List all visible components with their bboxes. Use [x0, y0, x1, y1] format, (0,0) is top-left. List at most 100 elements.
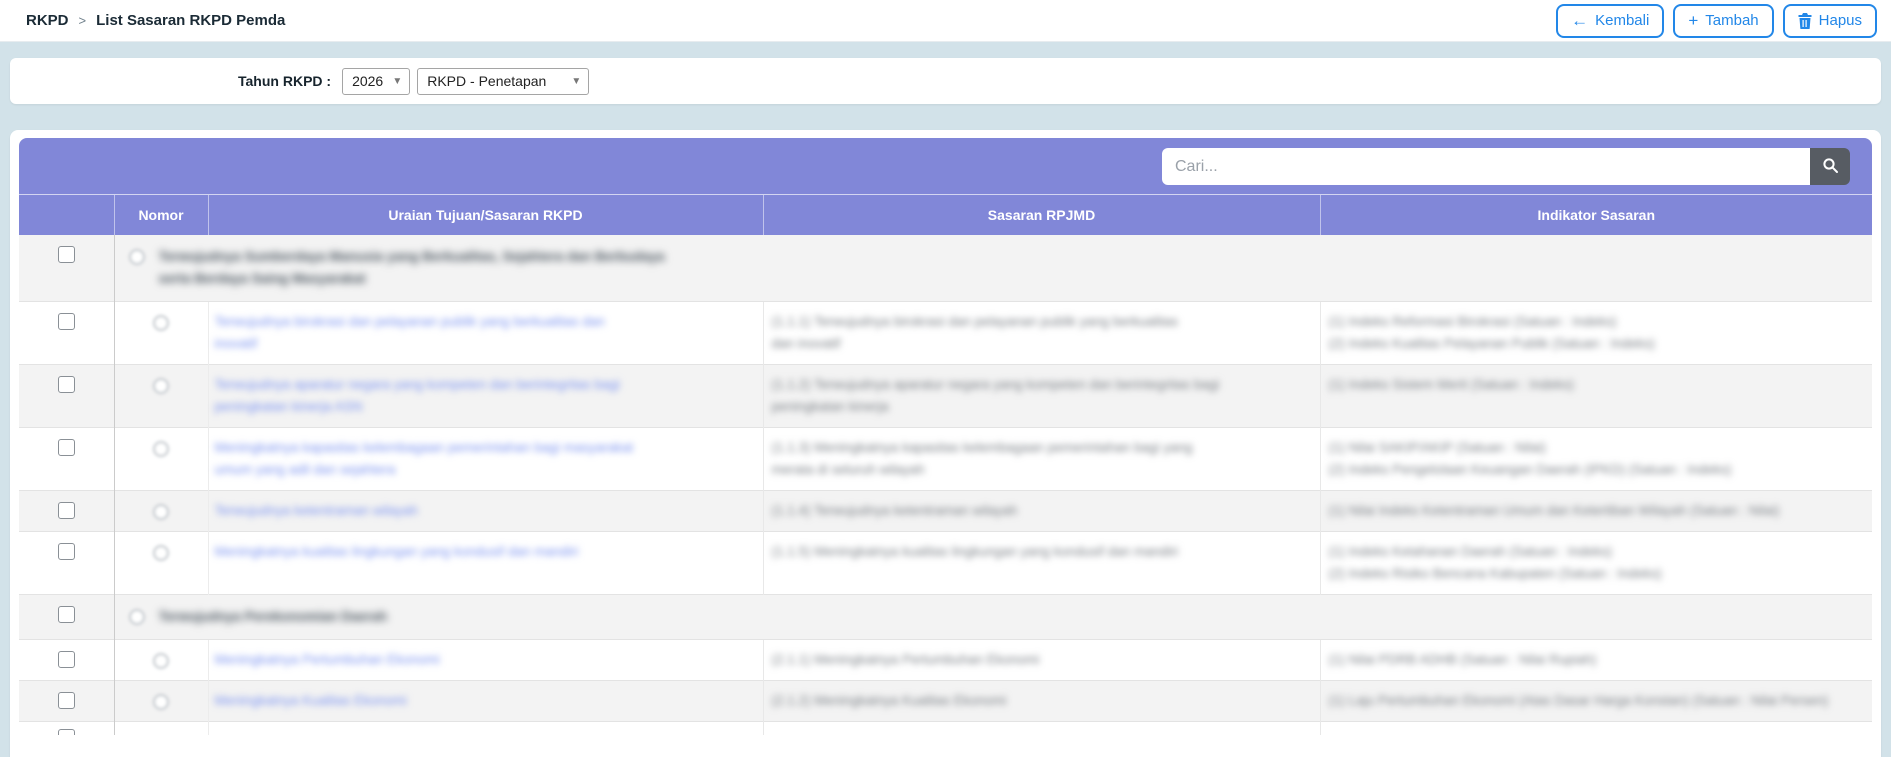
search-input[interactable] [1162, 148, 1810, 185]
indikator-cell: (1) Nilai SAKIP/AKIP (Satuan : Nilai) (2)… [1319, 427, 1872, 491]
uraian-cell: Meningkatnya kualitas lingkungan yang ko… [207, 531, 763, 595]
table-body: Terwujudnya Sumberdaya Manusia yang Berk… [19, 235, 1872, 735]
row-radio[interactable] [152, 545, 169, 561]
indikator-text: (1) Indeks Ketahanan Daerah (Satuan : In… [1328, 544, 1662, 581]
row-checkbox-cell [19, 490, 115, 532]
sasaran-rpjmd-cell [762, 721, 1320, 735]
group-title-text: Terwujudnya Perekonomian Daerah [158, 609, 388, 624]
row-checkbox[interactable] [57, 729, 75, 735]
stage-select-value: RKPD - Penetapan [427, 73, 547, 89]
tambah-button-label: Tambah [1705, 12, 1759, 29]
table-row: Terwujudnya aparatur negara yang kompete… [19, 364, 1872, 428]
sasaran-text: (2.1.1) Meningkatnya Pertumbuhan Ekonomi [771, 652, 1040, 667]
uraian-cell: Terwujudnya aparatur negara yang kompete… [207, 364, 763, 428]
action-buttons: ← Kembali + Tambah Hapus [1556, 3, 1877, 38]
row-checkbox[interactable] [57, 439, 75, 456]
search-icon [1822, 157, 1839, 177]
row-radio[interactable] [152, 653, 169, 669]
table-row: Meningkatnya Pertumbuhan Ekonomi (2.1.1) … [19, 639, 1872, 681]
tambah-button[interactable]: + Tambah [1673, 3, 1774, 38]
row-checkbox[interactable] [57, 651, 75, 668]
sasaran-rpjmd-cell: (1.1.5) Meningkatnya kualitas lingkungan… [762, 531, 1320, 595]
trash-icon [1798, 12, 1812, 29]
sasaran-table: Nomor Uraian Tujuan/Sasaran RKPD Sasaran… [19, 195, 1872, 735]
uraian-cell: Terwujudnya birokrasi dan pelayanan publ… [207, 301, 763, 365]
row-radio[interactable] [152, 315, 169, 331]
indikator-text: (1) Indeks Sistem Merit (Satuan : Indeks… [1328, 377, 1574, 392]
row-checkbox[interactable] [57, 692, 75, 709]
indikator-cell: (1) Indeks Reformasi Birokrasi (Satuan :… [1319, 301, 1872, 365]
row-radio[interactable] [152, 504, 169, 520]
uraian-cell: Meningkatnya Pertumbuhan Ekonomi [207, 639, 763, 681]
table-toolbar [19, 138, 1872, 195]
uraian-link[interactable]: Meningkatnya kapasitas kelembagaan pemer… [215, 437, 753, 481]
filter-card: Tahun RKPD : 2026 ▼ RKPD - Penetapan ▼ [10, 58, 1881, 104]
search-button[interactable] [1810, 148, 1850, 185]
uraian-cell: Terwujudnya ketentraman wilayah [207, 490, 763, 532]
row-checkbox[interactable] [57, 376, 75, 393]
breadcrumb-separator: > [78, 13, 87, 28]
breadcrumb-item-current: List Sasaran RKPD Pemda [96, 12, 286, 29]
row-checkbox-cell [19, 531, 115, 595]
sasaran-text: (2.1.2) Meningkatnya Kualitas Ekonomi [771, 693, 1007, 708]
row-radio[interactable] [128, 249, 145, 265]
uraian-link[interactable]: Terwujudnya birokrasi dan pelayanan publ… [215, 311, 753, 355]
sasaran-rpjmd-cell: (1.1.1) Terwujudnya birokrasi dan pelaya… [762, 301, 1320, 365]
row-radio[interactable] [152, 441, 169, 457]
indikator-text: (1) Indeks Reformasi Birokrasi (Satuan :… [1328, 314, 1655, 351]
indikator-text: (1) Nilai PDRB ADHB (Satuan : Nilai Rupi… [1328, 652, 1597, 667]
sasaran-text: (1.1.5) Meningkatnya kualitas lingkungan… [771, 544, 1179, 559]
uraian-link[interactable]: Meningkatnya Pertumbuhan Ekonomi [215, 649, 753, 671]
indikator-cell: (1) Nilai Indeks Ketentraman Umum dan Ke… [1319, 490, 1872, 532]
table-row [19, 721, 1872, 735]
chevron-down-icon: ▼ [392, 75, 403, 87]
year-select[interactable]: 2026 ▼ [342, 67, 411, 95]
row-checkbox[interactable] [57, 543, 75, 560]
row-checkbox-cell [19, 301, 115, 365]
uraian-link[interactable]: Terwujudnya ketentraman wilayah [215, 500, 753, 522]
table-row: Meningkatnya kapasitas kelembagaan pemer… [19, 427, 1872, 491]
group-row: Terwujudnya Perekonomian Daerah [19, 594, 1872, 640]
kembali-button[interactable]: ← Kembali [1556, 3, 1665, 38]
uraian-link[interactable]: Meningkatnya kualitas lingkungan yang ko… [215, 541, 753, 563]
uraian-link[interactable]: Terwujudnya aparatur negara yang kompete… [215, 374, 753, 418]
group-title-text: Terwujudnya Sumberdaya Manusia yang Berk… [158, 249, 665, 286]
indikator-cell: (1) Indeks Ketahanan Daerah (Satuan : In… [1319, 531, 1872, 595]
row-radio[interactable] [152, 378, 169, 394]
column-header-sasaran-rpjmd: Sasaran RPJMD [762, 195, 1320, 235]
row-checkbox[interactable] [57, 606, 75, 623]
column-header-checkbox [19, 195, 114, 235]
chevron-down-icon: ▼ [571, 75, 582, 87]
year-select-value: 2026 [352, 73, 384, 89]
stage-select[interactable]: RKPD - Penetapan ▼ [417, 67, 590, 95]
nomor-cell [114, 301, 208, 365]
breadcrumb-item-rkpd[interactable]: RKPD [26, 12, 69, 29]
row-checkbox[interactable] [57, 313, 75, 330]
uraian-link[interactable]: Meningkatnya Kualitas Ekonomi [215, 690, 753, 712]
table-row: Terwujudnya birokrasi dan pelayanan publ… [19, 301, 1872, 365]
breadcrumb: RKPD > List Sasaran RKPD Pemda [26, 12, 285, 29]
nomor-cell [114, 427, 208, 491]
sasaran-text: (1.1.2) Terwujudnya aparatur negara yang… [771, 377, 1220, 414]
table-row: Meningkatnya kualitas lingkungan yang ko… [19, 531, 1872, 595]
indikator-text: (1) Nilai SAKIP/AKIP (Satuan : Nilai) (2)… [1328, 440, 1732, 477]
column-header-uraian: Uraian Tujuan/Sasaran RKPD [207, 195, 763, 235]
nomor-cell [114, 639, 208, 681]
row-radio[interactable] [152, 694, 169, 710]
row-checkbox[interactable] [57, 246, 75, 263]
indikator-cell: (1) Indeks Sistem Merit (Satuan : Indeks… [1319, 364, 1872, 428]
sasaran-rpjmd-cell: (1.1.2) Terwujudnya aparatur negara yang… [762, 364, 1320, 428]
sasaran-rpjmd-cell: (2.1.2) Meningkatnya Kualitas Ekonomi [762, 680, 1320, 722]
row-checkbox-cell [19, 427, 115, 491]
group-row: Terwujudnya Sumberdaya Manusia yang Berk… [19, 235, 1872, 302]
row-checkbox-cell [19, 594, 115, 640]
row-checkbox[interactable] [57, 502, 75, 519]
row-checkbox-cell [19, 235, 115, 302]
plus-icon: + [1688, 11, 1699, 30]
uraian-cell: Meningkatnya Kualitas Ekonomi [207, 680, 763, 722]
row-radio[interactable] [128, 609, 145, 625]
top-bar: RKPD > List Sasaran RKPD Pemda ← Kembali… [0, 0, 1891, 42]
row-checkbox-cell [19, 639, 115, 681]
hapus-button[interactable]: Hapus [1782, 3, 1877, 38]
sasaran-rpjmd-cell: (1.1.4) Terwujudnya ketentraman wilayah [762, 490, 1320, 532]
